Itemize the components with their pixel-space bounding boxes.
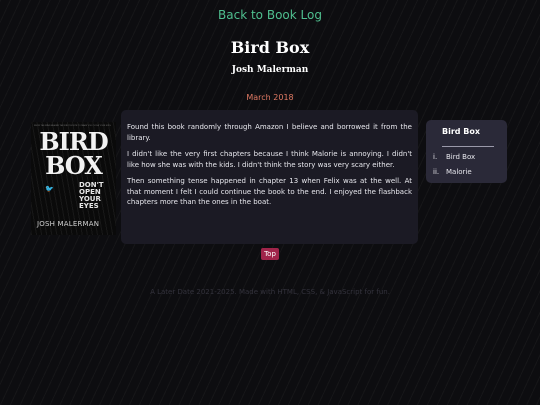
table-of-contents: Bird Box i. Bird Box ii. Malorie	[426, 120, 507, 183]
bird-icon: 🐦	[45, 185, 54, 193]
toc-item-bird-box[interactable]: i. Bird Box	[433, 153, 475, 161]
cover-author-name: JOSH MALERMAN	[37, 220, 100, 228]
review-paragraph: Found this book randomly through Amazon …	[127, 123, 412, 142]
toc-title: Bird Box	[442, 127, 481, 136]
cover-subtitle: DON'T OPEN YOUR EYES	[79, 182, 104, 210]
book-title: Bird Box	[230, 38, 310, 57]
review-paragraph: Then something tense happened in chapter…	[127, 177, 412, 206]
book-cover-image: FROM THE MIND BEHIND THE FIRST ROUTE TO …	[31, 122, 116, 235]
toc-divider	[442, 146, 494, 147]
review-date: March 2018	[246, 93, 294, 102]
back-to-top-button[interactable]: Top	[261, 248, 279, 260]
cover-subtitle-line: EYES	[79, 202, 99, 210]
review-card: Found this book randomly through Amazon …	[121, 110, 418, 244]
toc-item-label: Malorie	[446, 168, 472, 176]
review-paragraph: I didn't like the very first chapters be…	[127, 150, 412, 169]
book-author: Josh Malerman	[231, 65, 309, 75]
back-to-book-log-link[interactable]: Back to Book Log	[0, 8, 540, 22]
toc-item-malorie[interactable]: ii. Malorie	[433, 168, 472, 176]
toc-item-number: i.	[433, 153, 438, 161]
toc-item-label: Bird Box	[446, 153, 476, 161]
footer-text: A Later Date 2021-2025. Made with HTML, …	[150, 288, 390, 296]
cover-title-line2: BOX	[45, 151, 103, 180]
toc-item-number: ii.	[433, 168, 440, 176]
